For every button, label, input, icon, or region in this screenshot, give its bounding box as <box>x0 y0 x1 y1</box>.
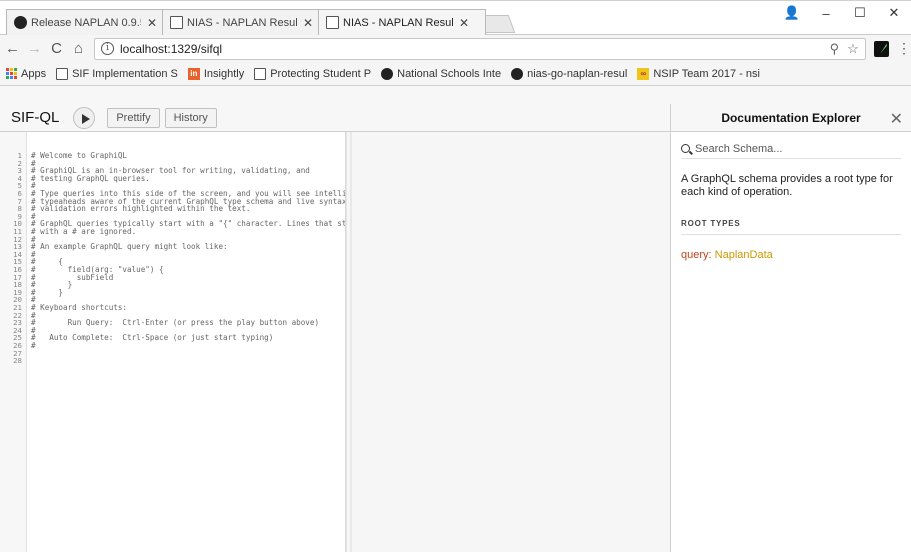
schema-description: A GraphQL schema provides a root type fo… <box>681 173 893 198</box>
docs-title: Documentation Explorer <box>721 110 861 125</box>
bookmark-item[interactable]: SIF Implementation S <box>56 67 178 80</box>
window-controls: 👤 – ☐ ✕ <box>775 1 911 25</box>
bookmarks-bar: Apps SIF Implementation S in Insightly P… <box>0 62 911 86</box>
root-type-link[interactable]: NaplanData <box>715 249 773 261</box>
code-line: # An example GraphQL query might look li… <box>31 242 228 252</box>
address-bar: ← → C ⌂ i localhost:1329/sifql ⚲ ☆ ⋮ <box>0 34 911 62</box>
documentation-explorer: Documentation Explorer ✕ Search Schema..… <box>670 104 911 552</box>
tab-strip: Release NAPLAN 0.9.5 · n ✕ NIAS - NAPLAN… <box>0 0 911 35</box>
url-input[interactable]: i localhost:1329/sifql ⚲ ☆ <box>94 37 866 60</box>
bookmark-star-icon[interactable]: ☆ <box>847 41 859 57</box>
minimize-button[interactable]: – <box>809 1 843 25</box>
profile-icon[interactable]: 👤 <box>775 1 809 25</box>
docs-header: Documentation Explorer ✕ <box>671 104 911 132</box>
graphiql-toolbar: SIF-QL Prettify History <box>0 104 670 132</box>
root-type-entry: query: NaplanData <box>681 249 901 261</box>
apps-icon <box>6 68 17 79</box>
back-button[interactable]: ← <box>3 38 22 60</box>
bookmark-item[interactable]: ∞ NSIP Team 2017 - nsi <box>637 67 760 80</box>
app-title: SIF-QL <box>11 109 60 126</box>
line-number: 28 <box>13 356 22 366</box>
tab-title: NIAS - NAPLAN Results I <box>343 16 453 29</box>
search-placeholder: Search Schema... <box>695 142 783 155</box>
prettify-button[interactable]: Prettify <box>107 107 160 128</box>
code-line: # Run Query: Ctrl-Enter (or press the pl… <box>31 318 320 328</box>
bookmark-label: SIF Implementation S <box>72 67 178 80</box>
page-icon <box>254 67 267 80</box>
github-icon <box>14 16 27 29</box>
bookmark-label: NSIP Team 2017 - nsi <box>653 67 760 80</box>
bookmark-item[interactable]: National Schools Inte <box>381 67 502 80</box>
insightly-icon: in <box>187 67 200 80</box>
tab-title: Release NAPLAN 0.9.5 · n <box>31 16 141 29</box>
execute-query-button[interactable] <box>73 106 96 129</box>
root-keyword: query <box>681 249 709 261</box>
code-line: # <box>31 341 36 350</box>
bookmark-label: Protecting Student P <box>270 67 372 80</box>
bookmark-apps[interactable]: Apps <box>6 68 46 80</box>
browser-menu-icon[interactable]: ⋮ <box>897 40 911 57</box>
tab-close-icon[interactable]: ✕ <box>303 16 313 30</box>
search-icon <box>681 144 690 153</box>
info-icon[interactable]: i <box>101 42 114 55</box>
github-icon <box>511 67 524 80</box>
tab-close-icon[interactable]: ✕ <box>459 16 469 30</box>
bookmark-label: National Schools Inte <box>397 67 502 80</box>
page-icon <box>170 16 183 29</box>
results-pane[interactable] <box>346 132 670 552</box>
browser-tab-active[interactable]: NIAS - NAPLAN Results I ✕ <box>318 9 486 35</box>
code-line: # testing GraphQL queries. <box>31 173 150 183</box>
tab-title: NIAS - NAPLAN Results I <box>187 16 297 29</box>
pane-resize-handle[interactable] <box>350 132 352 552</box>
github-icon <box>381 67 394 80</box>
code-line: # Auto Complete: Ctrl-Space (or just sta… <box>31 333 274 343</box>
extension-icon[interactable] <box>873 40 889 57</box>
maximize-button[interactable]: ☐ <box>843 1 877 25</box>
browser-tab[interactable]: Release NAPLAN 0.9.5 · n ✕ <box>6 9 174 35</box>
url-text: localhost:1329/sifql <box>120 41 223 56</box>
page-icon <box>56 67 69 80</box>
page-top-strip <box>0 86 911 104</box>
close-window-button[interactable]: ✕ <box>877 1 911 25</box>
bookmark-item[interactable]: nias-go-naplan-resul <box>511 67 628 80</box>
page-icon <box>326 16 339 29</box>
query-editor[interactable]: 1 # Welcome to GraphiQL 2 #3 # GraphiQL is a… <box>0 132 346 552</box>
history-button[interactable]: History <box>164 107 217 128</box>
nsip-icon: ∞ <box>637 67 650 80</box>
reload-button[interactable]: C <box>47 38 66 60</box>
bookmark-item[interactable]: Protecting Student P <box>254 67 372 80</box>
close-icon[interactable]: ✕ <box>890 109 903 129</box>
bookmark-item[interactable]: in Insightly <box>187 67 245 80</box>
root-types-heading: ROOT TYPES <box>681 219 901 235</box>
tab-close-icon[interactable]: ✕ <box>147 16 157 30</box>
bookmark-label: nias-go-naplan-resul <box>527 67 628 80</box>
browser-tab[interactable]: NIAS - NAPLAN Results I ✕ <box>162 9 330 35</box>
code-line: # with a # are ignored. <box>31 227 137 236</box>
bookmark-label: Insightly <box>203 67 245 80</box>
bookmark-label: Apps <box>21 67 47 80</box>
code-line: # Keyboard shortcuts: <box>31 303 128 312</box>
schema-search-input[interactable]: Search Schema... <box>681 139 901 159</box>
zoom-icon[interactable]: ⚲ <box>830 41 840 57</box>
code-line: # Welcome to GraphiQL <box>31 151 128 160</box>
home-button[interactable]: ⌂ <box>69 38 88 60</box>
code-line: # validation errors highlighted within t… <box>31 204 251 214</box>
forward-button[interactable]: → <box>25 38 44 60</box>
